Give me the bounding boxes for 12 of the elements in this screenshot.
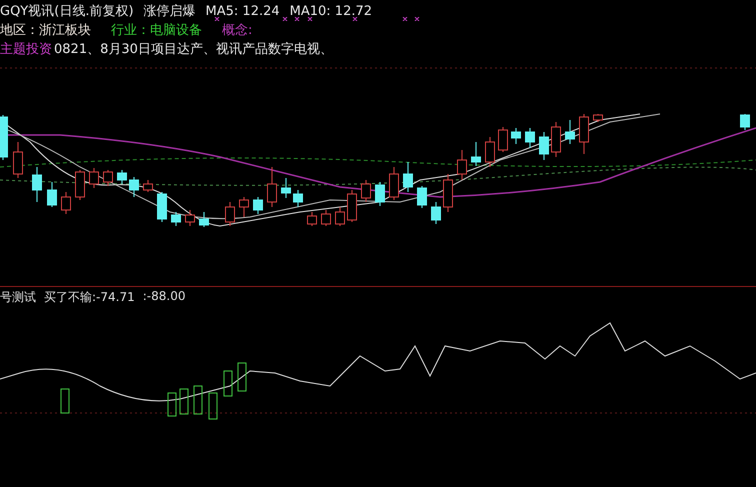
theme-label: 主题投资 [0,41,52,59]
concept-label: 概念: [222,22,252,40]
indicator-value: 买了不输:-74.71 [44,289,135,306]
indicator-name: 号测试 [0,289,36,306]
signal-label: 涨停启爆 [144,3,196,21]
stock-title: GQY视讯(日线.前复权) [0,3,134,21]
ma10-value: MA10: 12.72 [290,3,372,21]
ma5-value: MA5: 12.24 [206,3,280,21]
region-label: 地区：浙江板块 [0,22,91,40]
industry-label: 行业：电脑设备 [111,22,202,40]
theme-text: 0821、8月30日项目达产、视讯产品数字电视、 [54,41,333,59]
indicator-value: :-88.00 [142,289,186,305]
